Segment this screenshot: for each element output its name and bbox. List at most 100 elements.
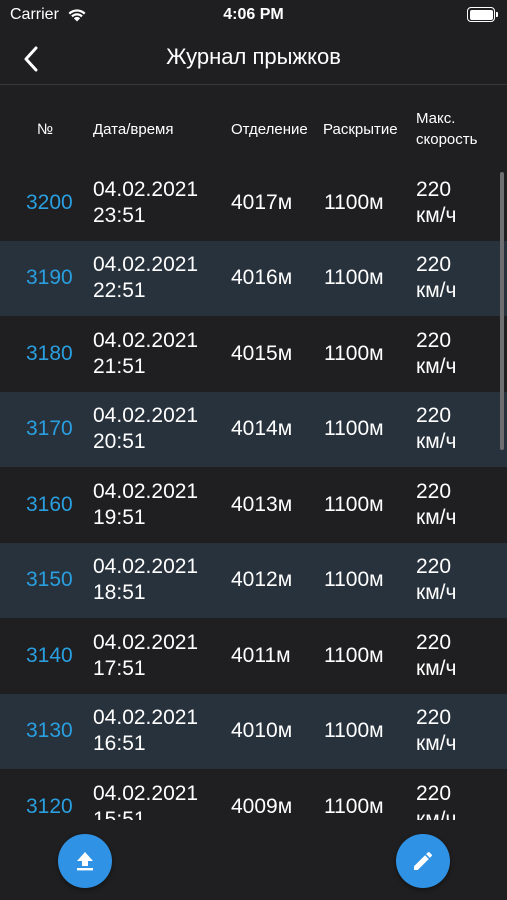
jump-max-speed: 220 км/ч: [416, 618, 456, 694]
table-row[interactable]: 3190 04.02.2021 22:51 4016м 1100м 220 км/ч: [0, 240, 507, 317]
jump-opening: 1100м: [324, 341, 384, 365]
pencil-icon: [414, 851, 433, 870]
jump-datetime: 04.02.2021 17:51: [93, 618, 198, 694]
jump-separation: 4011м: [231, 643, 291, 667]
jump-time: 21:51: [93, 354, 146, 378]
upload-icon: [77, 852, 93, 871]
table-row[interactable]: 3120 04.02.2021 15:51 4009м 1100м 220 км/ч: [0, 769, 507, 820]
jump-opening: 1100м: [324, 794, 384, 818]
jump-time: 16:51: [93, 732, 146, 756]
status-bar: Carrier 4:06 PM: [0, 0, 507, 32]
speed-unit: км/ч: [416, 430, 457, 454]
jump-date: 04.02.2021: [93, 630, 199, 654]
column-header-separation: Отделение: [231, 120, 308, 138]
upload-button[interactable]: [58, 834, 112, 888]
jump-opening: 1100м: [324, 417, 384, 441]
jump-date: 04.02.2021: [93, 555, 199, 579]
jump-separation: 4015м: [231, 341, 293, 365]
jump-date: 04.02.2021: [93, 253, 199, 277]
jump-opening: 1100м: [324, 492, 384, 516]
jump-datetime: 04.02.2021 21:51: [93, 316, 198, 392]
jump-number: 3130: [26, 719, 73, 743]
jump-number: 3140: [26, 643, 73, 667]
column-header-max-speed-line1: Макс.: [416, 110, 456, 127]
table-row[interactable]: 3140 04.02.2021 17:51 4011м 1100м 220 км/ч: [0, 618, 507, 694]
speed-unit: км/ч: [416, 203, 457, 227]
speed-unit: км/ч: [416, 732, 457, 756]
speed-value: 220: [416, 630, 452, 654]
jump-datetime: 04.02.2021 22:51: [93, 241, 198, 317]
jump-number: 3180: [26, 341, 73, 365]
column-header-datetime: Дата/время: [93, 120, 174, 138]
speed-unit: км/ч: [416, 354, 457, 378]
column-header-opening: Раскрытие: [323, 120, 398, 138]
battery-icon: [467, 7, 498, 22]
jump-date: 04.02.2021: [93, 781, 199, 805]
table-row[interactable]: 3130 04.02.2021 16:51 4010м 1100м 220 км/ч: [0, 693, 507, 769]
jump-max-speed: 220 км/ч: [416, 316, 456, 392]
speed-unit: км/ч: [416, 581, 457, 605]
speed-value: 220: [416, 479, 452, 503]
jump-date: 04.02.2021: [93, 404, 199, 428]
table-row[interactable]: 3150 04.02.2021 18:51 4012м 1100м 220 км/ч: [0, 542, 507, 619]
jump-number: 3170: [26, 417, 73, 441]
table-row[interactable]: 3160 04.02.2021 19:51 4013м 1100м 220 км/ч: [0, 467, 507, 543]
jump-datetime: 04.02.2021 18:51: [93, 543, 198, 619]
jump-max-speed: 220 км/ч: [416, 769, 456, 820]
jump-time: 18:51: [93, 581, 146, 605]
jump-datetime: 04.02.2021 15:51: [93, 769, 198, 820]
jump-separation: 4013м: [231, 492, 293, 516]
jump-number: 3200: [26, 190, 73, 214]
speed-unit: км/ч: [416, 279, 457, 303]
jump-max-speed: 220 км/ч: [416, 467, 456, 543]
status-time: 4:06 PM: [223, 6, 284, 23]
column-header-number: №: [37, 120, 54, 138]
speed-value: 220: [416, 404, 452, 428]
jump-time: 15:51: [93, 807, 146, 820]
jump-max-speed: 220 км/ч: [416, 543, 456, 619]
jump-max-speed: 220 км/ч: [416, 241, 456, 317]
table-row[interactable]: 3200 04.02.2021 23:51 4017м 1100м 220 км/ч: [0, 165, 507, 241]
jump-time: 22:51: [93, 279, 146, 303]
jump-date: 04.02.2021: [93, 177, 199, 201]
speed-value: 220: [416, 177, 452, 201]
jump-opening: 1100м: [324, 643, 384, 667]
jump-opening: 1100м: [324, 266, 384, 290]
jump-separation: 4010м: [231, 719, 293, 743]
column-header-max-speed: Макс. скорость: [416, 104, 477, 154]
jump-log-table[interactable]: 3200 04.02.2021 23:51 4017м 1100м 220 км/ч…: [0, 165, 507, 820]
edit-button[interactable]: [396, 834, 450, 888]
jump-separation: 4014м: [231, 417, 293, 441]
jump-number: 3150: [26, 568, 73, 592]
jump-max-speed: 220 км/ч: [416, 392, 456, 468]
jump-time: 20:51: [93, 430, 146, 454]
jump-time: 19:51: [93, 505, 146, 529]
jump-opening: 1100м: [324, 568, 384, 592]
jump-time: 17:51: [93, 656, 146, 680]
speed-value: 220: [416, 706, 452, 730]
jump-datetime: 04.02.2021 19:51: [93, 467, 198, 543]
speed-unit: км/ч: [416, 807, 457, 820]
navigation-bar: Журнал прыжков: [0, 32, 507, 85]
table-row[interactable]: 3170 04.02.2021 20:51 4014м 1100м 220 км/ч: [0, 391, 507, 468]
jump-time: 23:51: [93, 203, 146, 227]
speed-value: 220: [416, 253, 452, 277]
speed-unit: км/ч: [416, 656, 457, 680]
jump-separation: 4017м: [231, 190, 293, 214]
jump-max-speed: 220 км/ч: [416, 165, 456, 241]
speed-value: 220: [416, 555, 452, 579]
jump-date: 04.02.2021: [93, 328, 199, 352]
speed-unit: км/ч: [416, 505, 457, 529]
table-row[interactable]: 3180 04.02.2021 21:51 4015м 1100м 220 км/ч: [0, 316, 507, 392]
jump-separation: 4016м: [231, 266, 293, 290]
jump-separation: 4009м: [231, 794, 293, 818]
jump-date: 04.02.2021: [93, 706, 199, 730]
speed-value: 220: [416, 328, 452, 352]
jump-date: 04.02.2021: [93, 479, 199, 503]
table-header: № Дата/время Отделение Раскрытие Макс. с…: [0, 104, 507, 154]
column-header-max-speed-line2: скорость: [416, 131, 478, 148]
jump-datetime: 04.02.2021 23:51: [93, 165, 198, 241]
scrollbar[interactable]: [500, 172, 504, 450]
speed-value: 220: [416, 781, 452, 805]
jump-number: 3120: [26, 794, 73, 818]
